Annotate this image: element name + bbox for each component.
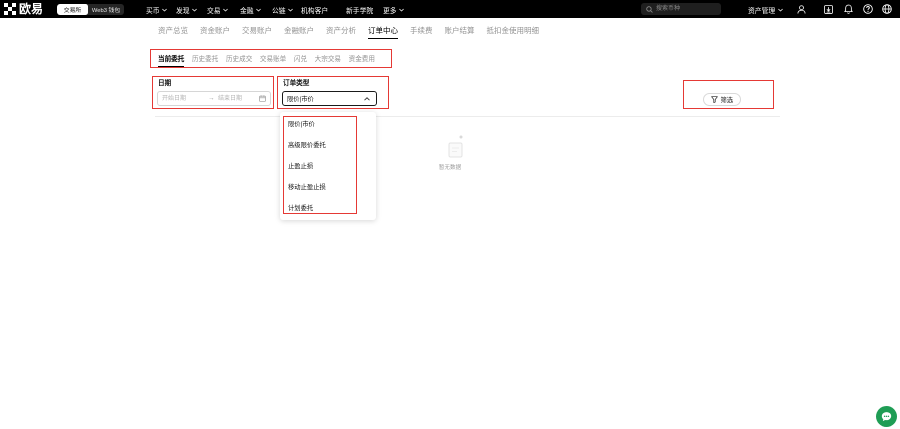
search-input[interactable] (656, 4, 718, 14)
coin-search[interactable] (641, 3, 721, 15)
mode-web3-wallet-button[interactable]: Web3 钱包 (88, 4, 124, 15)
order-type-label: 订单类型 (283, 80, 310, 87)
tab-order-history[interactable]: 历史委托 (192, 55, 218, 67)
language-button[interactable] (882, 4, 892, 14)
calendar-button[interactable] (259, 95, 266, 102)
chevron-up-icon (364, 96, 370, 101)
calendar-icon (259, 95, 266, 102)
nav-item-institutional[interactable]: 机构客户 (301, 4, 328, 15)
chevron-down-icon (223, 8, 228, 12)
nav-item-label: 机构客户 (301, 7, 329, 15)
nav-item-discover[interactable]: 发现 (176, 4, 197, 15)
mode-switch: 交易所 Web3 钱包 (57, 4, 124, 15)
date-range-picker[interactable]: → (157, 91, 271, 106)
help-icon (863, 4, 873, 14)
nav-item-label: 公链 (272, 7, 286, 15)
tab-voucher-details[interactable]: 抵扣金使用明细 (487, 26, 540, 39)
order-tabs: 当前委托 历史委托 历史成交 交易账单 闪兑 大宗交易 资金费用 (158, 55, 375, 67)
notifications-button[interactable] (844, 4, 853, 14)
end-date-input[interactable] (218, 94, 258, 103)
tab-finance-account[interactable]: 金融账户 (284, 26, 314, 39)
dropdown-option[interactable]: 计划委托 (280, 198, 376, 219)
nav-item-chain[interactable]: 公链 (272, 4, 293, 15)
okx-logo-icon (4, 3, 16, 15)
brand-name: 欧易 (19, 2, 44, 16)
tab-order-center[interactable]: 订单中心 (368, 26, 398, 39)
download-button[interactable] (824, 4, 833, 14)
start-date-input[interactable] (162, 94, 202, 103)
support-chat-button[interactable] (876, 406, 897, 427)
mode-exchange-button[interactable]: 交易所 (57, 4, 88, 15)
help-button[interactable] (863, 4, 873, 14)
dropdown-option[interactable]: 限价|市价 (280, 114, 376, 135)
tab-trading-bills[interactable]: 交易账单 (260, 55, 286, 67)
empty-state-icon (445, 133, 465, 159)
nav-item-buy-crypto[interactable]: 买币 (146, 4, 167, 15)
globe-icon (882, 4, 892, 14)
table-header-divider (155, 116, 780, 117)
chevron-down-icon (777, 8, 783, 12)
asset-subnav: 资产总览 资金账户 交易账户 金融账户 资产分析 订单中心 手续费 账户结算 抵… (158, 26, 539, 39)
brand-logo[interactable]: 欧易 (4, 3, 43, 15)
chevron-down-icon (162, 8, 167, 12)
order-type-dropdown: 限价|市价 高级限价委托 止盈止损 移动止盈止损 计划委托 (280, 112, 376, 220)
nav-item-label: 更多 (383, 7, 397, 15)
nav-item-finance[interactable]: 金融 (240, 4, 261, 15)
tab-block-trading[interactable]: 大宗交易 (315, 55, 341, 67)
nav-item-learn[interactable]: 新手学院 (346, 4, 373, 15)
bell-icon (844, 4, 853, 14)
nav-item-label: 交易 (207, 7, 221, 15)
tab-fees[interactable]: 手续费 (410, 26, 433, 39)
filter-button[interactable]: 筛选 (703, 93, 741, 106)
download-icon (824, 4, 833, 14)
tab-convert[interactable]: 闪兑 (294, 55, 307, 67)
dropdown-option[interactable]: 移动止盈止损 (280, 177, 376, 198)
tab-funding-fees[interactable]: 资金费用 (349, 55, 375, 67)
date-label: 日期 (158, 80, 172, 87)
tab-funding-account[interactable]: 资金账户 (200, 26, 230, 39)
tab-trading-account[interactable]: 交易账户 (242, 26, 272, 39)
nav-item-more[interactable]: 更多 (383, 4, 404, 15)
nav-item-label: 买币 (146, 7, 160, 15)
funnel-icon (711, 96, 718, 103)
nav-item-label: 新手学院 (346, 7, 374, 15)
search-icon (646, 5, 653, 13)
tab-account-statement[interactable]: 账户结算 (445, 26, 475, 39)
tab-trade-history[interactable]: 历史成交 (226, 55, 252, 67)
empty-state-text: 暂无数据 (438, 165, 462, 171)
top-navbar: 欧易 交易所 Web3 钱包 买币 发现 交易 金融 公链 机构客户 新手学院 … (0, 0, 900, 18)
date-range-separator: → (208, 95, 215, 102)
chat-icon (881, 412, 892, 422)
asset-management-menu[interactable]: 资产管理 (748, 4, 783, 15)
asset-management-label: 资产管理 (748, 7, 776, 15)
tab-asset-overview[interactable]: 资产总览 (158, 26, 188, 39)
order-type-select[interactable]: 限价|市价 (282, 91, 377, 106)
dropdown-option[interactable]: 高级限价委托 (280, 135, 376, 156)
chevron-down-icon (288, 8, 293, 12)
dropdown-option[interactable]: 止盈止损 (280, 156, 376, 177)
filter-button-label: 筛选 (720, 97, 734, 104)
order-type-selected-value: 限价|市价 (287, 96, 314, 103)
user-icon (797, 4, 806, 14)
chevron-down-icon (256, 8, 261, 12)
nav-item-label: 金融 (240, 7, 254, 15)
user-button[interactable] (797, 4, 806, 14)
nav-item-label: 发现 (176, 7, 190, 15)
tab-open-orders[interactable]: 当前委托 (158, 55, 185, 67)
chevron-down-icon (192, 8, 197, 12)
chevron-down-icon (399, 8, 404, 12)
tab-asset-analysis[interactable]: 资产分析 (326, 26, 356, 39)
nav-item-trade[interactable]: 交易 (207, 4, 228, 15)
